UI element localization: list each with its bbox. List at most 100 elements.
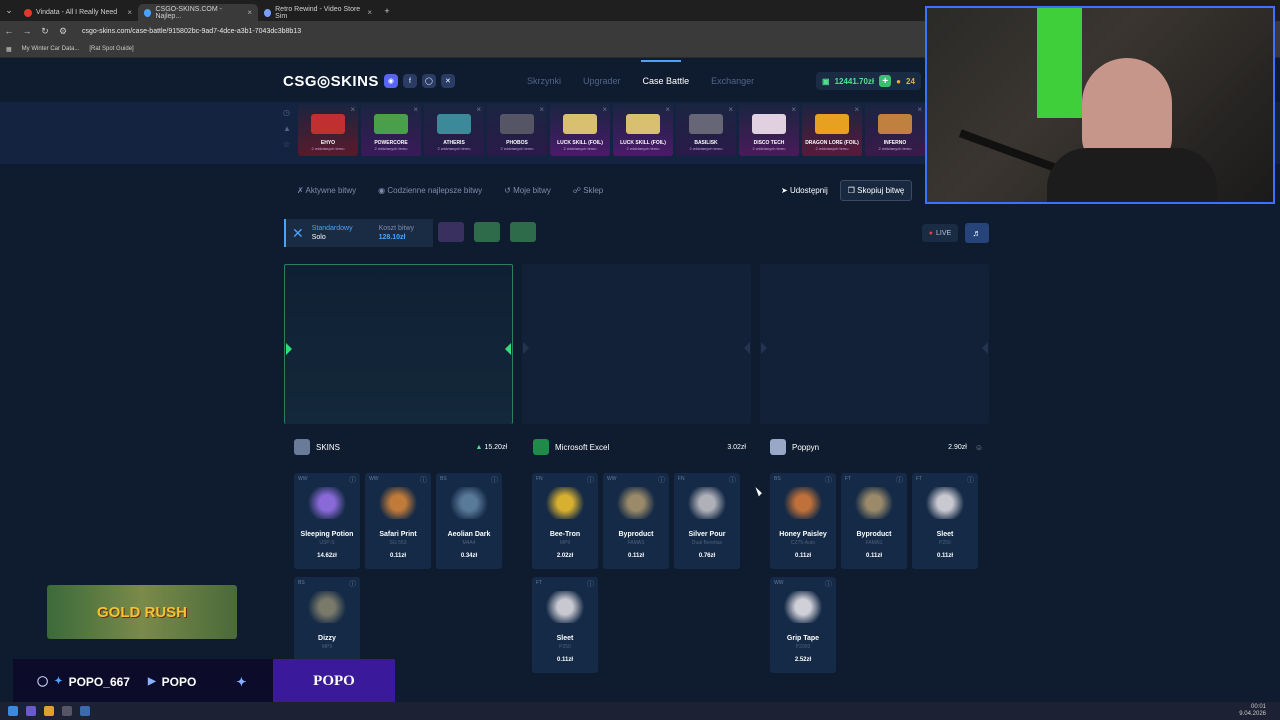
item-name: Silver Pour (688, 531, 726, 538)
info-icon[interactable]: ☺ (975, 443, 983, 452)
case-thumbnail[interactable] (474, 222, 500, 242)
live-drop-item[interactable]: × PHOBOS 2 widzianych temu (487, 104, 547, 156)
clock-icon[interactable]: ◷ (283, 108, 291, 117)
item-card[interactable]: FN ⓘ Silver Pour Dual Berettas 0.76zł (674, 473, 740, 569)
browser-tab[interactable]: CSGO-SKINS.COM - Najlep... × (138, 4, 258, 21)
live-drop-item[interactable]: × LUCK SKILL (FOIL) 2 widzianych temu (550, 104, 610, 156)
info-icon[interactable]: ⓘ (825, 579, 832, 589)
site-info-icon[interactable]: ⚙ (54, 26, 72, 37)
copy-battle-button[interactable]: ❐ Skopiuj bitwę (839, 180, 913, 201)
reload-icon[interactable]: ↻ (36, 26, 54, 37)
star-icon[interactable]: ☆ (283, 140, 291, 149)
subnav-daily-best[interactable]: ◉ Codzienne najlepsze bitwy (378, 186, 482, 195)
wallet-icon: ▣ (822, 76, 830, 86)
item-card[interactable]: WW ⓘ Sleeping Potion USP-S 14.62zł (294, 473, 360, 569)
weapon-image (616, 487, 656, 519)
sound-toggle-button[interactable]: ♬ (965, 223, 989, 243)
close-icon[interactable]: × (476, 105, 481, 114)
close-icon[interactable]: × (539, 105, 544, 114)
close-icon[interactable]: × (602, 105, 607, 114)
forward-icon[interactable]: → (18, 26, 36, 36)
browser-tab[interactable]: Vindata - All I Really Need × (18, 4, 138, 21)
nav-skrzynki[interactable]: Skrzynki (527, 76, 561, 86)
url-field[interactable]: csgo-skins.com/case-battle/915802bc-9ad7… (82, 28, 301, 35)
close-icon[interactable]: × (665, 105, 670, 114)
item-card[interactable]: BS ⓘ Honey Paisley CZ75-Auto 0.11zł (770, 473, 836, 569)
windows-icon[interactable] (8, 706, 18, 716)
item-card[interactable]: FT ⓘ Sleet P250 0.11zł (912, 473, 978, 569)
info-icon[interactable]: ⓘ (967, 475, 974, 485)
subnav-my-battles[interactable]: ↺ Moje bitwy (504, 186, 551, 195)
info-icon[interactable]: ⓘ (349, 475, 356, 485)
info-icon[interactable]: ⓘ (729, 475, 736, 485)
live-drop-item[interactable]: × LUCK SKILL (FOIL) 2 widzianych temu (613, 104, 673, 156)
info-icon[interactable]: ⓘ (349, 579, 356, 589)
bookmark[interactable]: [Rat Spot Guide] (89, 46, 133, 52)
bookmark[interactable]: My Winter Car Data... (22, 46, 80, 52)
social-overlay: ◯ ✦ POPO_667 ▶ POPO ✦ POPO (13, 659, 395, 704)
info-icon[interactable]: ⓘ (587, 475, 594, 485)
item-card[interactable]: WW ⓘ Grip Tape P2000 2.52zł (770, 577, 836, 673)
apps-icon[interactable]: ▦ (6, 46, 12, 53)
item-weapon: USP-S (319, 540, 335, 546)
close-icon[interactable]: × (350, 105, 355, 114)
close-icon[interactable]: × (413, 105, 418, 114)
live-badge: ● LIVE (922, 224, 958, 242)
steam-icon[interactable] (80, 706, 90, 716)
close-icon[interactable]: × (247, 8, 252, 17)
app-icon[interactable] (62, 706, 72, 716)
info-icon[interactable]: ⓘ (896, 475, 903, 485)
tab-list-icon[interactable]: ⌄ (0, 5, 18, 16)
nav-case-battle[interactable]: Case Battle (643, 76, 690, 86)
subnav-active-battles[interactable]: ✗ Aktywne bitwy (297, 186, 356, 195)
site-logo[interactable]: CSG◎SKINS (283, 72, 379, 90)
close-icon[interactable]: × (367, 8, 372, 17)
nav-upgrader[interactable]: Upgrader (583, 76, 621, 86)
deposit-button[interactable]: + (879, 75, 892, 87)
close-icon[interactable]: × (728, 105, 733, 114)
subnav-shop[interactable]: ☍ Sklep (573, 186, 603, 195)
nav-exchanger[interactable]: Exchanger (711, 76, 754, 86)
info-icon[interactable]: ⓘ (420, 475, 427, 485)
close-icon[interactable]: × (854, 105, 859, 114)
case-thumbnail[interactable] (438, 222, 464, 242)
info-icon[interactable]: ⓘ (587, 579, 594, 589)
info-icon[interactable]: ⓘ (491, 475, 498, 485)
live-drop-item[interactable]: × ATHERIS 2 widzianych temu (424, 104, 484, 156)
close-icon[interactable]: × (127, 8, 132, 17)
item-card[interactable]: FN ⓘ Bee-Tron MP9 2.02zł (532, 473, 598, 569)
live-drop-item[interactable]: × BASILISK 2 widzianych temu (676, 104, 736, 156)
info-icon[interactable]: ⓘ (825, 475, 832, 485)
balance-badge[interactable]: ▣ 12441.70zł + ● 24 (816, 72, 921, 90)
copy-label: Skopiuj bitwę (857, 186, 905, 195)
item-condition: FT (536, 580, 543, 586)
app-icon[interactable] (26, 706, 36, 716)
discord-icon[interactable]: ◉ (383, 74, 398, 88)
browser-tab[interactable]: Retro Rewind - Video Store Sim × (258, 4, 378, 21)
game-banner: GOLD RUSH (47, 585, 237, 639)
item-card[interactable]: FT ⓘ Sleet P250 0.11zł (532, 577, 598, 673)
reel-marker-right (744, 342, 750, 354)
live-drop-item[interactable]: × INFERNO 2 widzianych temu (865, 104, 925, 156)
item-card[interactable]: FT ⓘ Byproduct FAMAS 0.11zł (841, 473, 907, 569)
back-icon[interactable]: ← (0, 26, 18, 36)
live-drop-item[interactable]: × EHYO 2 widzianych temu (298, 104, 358, 156)
thumbs-up-icon[interactable]: ▲ (283, 124, 291, 133)
live-drop-item[interactable]: × DISCO TECH 2 widzianych temu (739, 104, 799, 156)
item-card[interactable]: WW ⓘ Safari Print SG 553 0.11zł (365, 473, 431, 569)
x-icon[interactable]: ✕ (440, 74, 455, 88)
share-button[interactable]: ➤ Udostępnij (781, 186, 828, 195)
close-icon[interactable]: × (917, 105, 922, 114)
chrome-icon[interactable] (44, 706, 54, 716)
close-icon[interactable]: × (791, 105, 796, 114)
item-card[interactable]: WW ⓘ Byproduct FAMAS 0.11zł (603, 473, 669, 569)
item-card[interactable]: BS ⓘ Aeolian Dark M4A4 0.34zł (436, 473, 502, 569)
weapon-image (752, 114, 786, 134)
instagram-icon[interactable]: ◯ (421, 74, 436, 88)
live-drop-item[interactable]: × POWERCORE 2 widzianych temu (361, 104, 421, 156)
facebook-icon[interactable]: f (402, 74, 417, 88)
info-icon[interactable]: ⓘ (658, 475, 665, 485)
new-tab-button[interactable]: + (378, 6, 396, 16)
live-drop-item[interactable]: × DRAGON LORE (FOIL) 2 widzianych temu (802, 104, 862, 156)
case-thumbnail[interactable] (510, 222, 536, 242)
